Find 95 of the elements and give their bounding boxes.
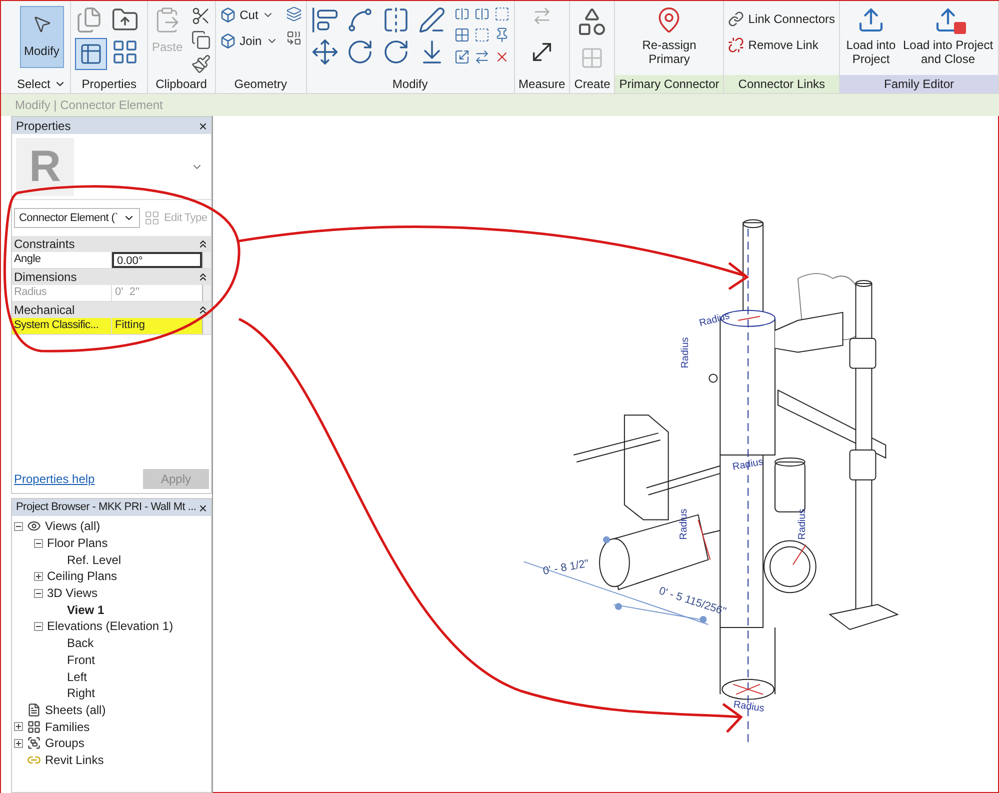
panel-title: Properties bbox=[80, 76, 138, 93]
close-button[interactable]: × bbox=[198, 500, 207, 514]
mirror-icon[interactable] bbox=[382, 6, 410, 34]
model-view[interactable]: 0' - 8 1/2" 0' - 5 115/256" Radius Radius Radius Radius Radius Radius bbox=[213, 116, 998, 792]
collapse-box[interactable] bbox=[34, 588, 43, 598]
unlink-icon bbox=[728, 37, 744, 53]
tree-item[interactable]: Floor Plans bbox=[47, 534, 108, 552]
load-button[interactable]: Load into Project and Close bbox=[902, 6, 994, 66]
tree-item[interactable]: Back bbox=[67, 634, 94, 652]
groups-icon bbox=[27, 736, 41, 750]
split-gap-icon[interactable] bbox=[474, 6, 490, 22]
connector-link-button[interactable]: Remove Link bbox=[728, 36, 835, 54]
scissors-icon[interactable] bbox=[190, 6, 211, 26]
property-value[interactable]: 0.00° bbox=[112, 252, 202, 268]
properties-help-link[interactable]: Properties help bbox=[14, 470, 95, 488]
panel-title: Modify bbox=[391, 76, 429, 93]
panel-title: Connector Links bbox=[724, 75, 839, 93]
copy-icon[interactable] bbox=[190, 30, 211, 50]
cube-icon bbox=[220, 7, 236, 23]
group-header[interactable]: Dimensions bbox=[12, 269, 211, 285]
properties-toggle[interactable] bbox=[75, 38, 108, 70]
group-header[interactable]: Mechanical bbox=[12, 302, 211, 318]
families-icon bbox=[27, 720, 41, 734]
property-value[interactable]: Fitting bbox=[112, 318, 202, 334]
rotate-icon[interactable] bbox=[382, 38, 410, 66]
collapse-icon[interactable] bbox=[197, 304, 209, 316]
palette-title: Properties bbox=[16, 118, 71, 134]
split-icon[interactable] bbox=[454, 6, 470, 22]
expand-box[interactable] bbox=[14, 722, 23, 732]
tree-item[interactable]: Views (all) bbox=[45, 517, 100, 536]
expand-box[interactable] bbox=[34, 572, 43, 581]
close-button[interactable]: × bbox=[198, 118, 207, 132]
panel-title: Select bbox=[17, 76, 50, 93]
tree-item[interactable]: Front bbox=[67, 650, 96, 669]
properties-icon bbox=[79, 42, 104, 66]
property-name: Angle bbox=[14, 253, 41, 265]
property-name: System Classific... bbox=[14, 319, 99, 331]
radius-label: Radius bbox=[680, 337, 692, 368]
link-icon bbox=[728, 11, 744, 27]
browser-title: Project Browser - MKK PRI - Wall Mt ... bbox=[16, 500, 196, 516]
panel-title: Create bbox=[573, 76, 612, 93]
tree-item[interactable]: Elevations (Elevation 1) bbox=[47, 617, 174, 636]
context-label: Modify | Connector Element bbox=[15, 97, 163, 114]
panel-title: Measure bbox=[518, 76, 566, 93]
collapse-icon[interactable] bbox=[197, 238, 209, 250]
cursor-icon[interactable] bbox=[32, 14, 52, 34]
tree-item[interactable]: Groups bbox=[45, 734, 84, 752]
collapse-icon[interactable] bbox=[197, 271, 209, 283]
tree-item[interactable]: Ceiling Plans bbox=[47, 567, 118, 586]
collapse-box[interactable] bbox=[34, 538, 43, 548]
sheets-icon bbox=[27, 702, 41, 717]
geometry-tool-button[interactable]: Join bbox=[220, 32, 278, 50]
radius-label: Radius bbox=[732, 456, 764, 473]
property-name: Radius bbox=[14, 286, 47, 298]
collapse-box[interactable] bbox=[14, 522, 23, 531]
modify-button[interactable]: Modify bbox=[20, 6, 64, 68]
radius-label: Radius bbox=[796, 508, 808, 540]
dimension-text: 0' - 5 115/256" bbox=[657, 585, 728, 618]
load-button[interactable]: Load into Project bbox=[844, 6, 898, 66]
move-icon[interactable] bbox=[310, 38, 339, 66]
paintbrush-icon[interactable] bbox=[190, 54, 211, 74]
panel-title: Primary Connector bbox=[615, 75, 724, 93]
radius-label: Radius bbox=[732, 699, 765, 715]
collapse-box[interactable] bbox=[34, 622, 43, 631]
reassign-primary-button[interactable]: Re-assign Primary bbox=[625, 6, 714, 66]
tree-item[interactable]: View 1 bbox=[67, 600, 104, 619]
offset-icon[interactable] bbox=[346, 6, 374, 34]
cube-icon bbox=[220, 33, 236, 49]
expand-box[interactable] bbox=[14, 738, 23, 748]
tree-item[interactable]: Revit Links bbox=[45, 750, 104, 769]
type-selector[interactable]: Connector Element (` bbox=[14, 208, 140, 228]
tree-item[interactable]: Families bbox=[45, 718, 90, 736]
resize-icon[interactable] bbox=[454, 48, 470, 65]
dimension-text: 0' - 8 1/2" bbox=[542, 558, 590, 578]
tree-item[interactable]: 3D Views bbox=[47, 584, 98, 602]
type-preview: R bbox=[16, 138, 74, 196]
edit-type-icon bbox=[144, 210, 160, 226]
panel-title: Geometry bbox=[233, 76, 288, 93]
connector-link-button[interactable]: Link Connectors bbox=[728, 10, 835, 28]
views-icon bbox=[27, 519, 41, 534]
group-header[interactable]: Constraints bbox=[12, 236, 211, 252]
tree-item[interactable]: Left bbox=[67, 668, 88, 686]
panel-title: Family Editor bbox=[840, 75, 998, 93]
align-icon[interactable] bbox=[310, 6, 339, 34]
tree-item[interactable]: Sheets (all) bbox=[45, 700, 106, 719]
radius-label: Radius bbox=[678, 508, 690, 540]
tree-item[interactable]: Right bbox=[67, 684, 96, 702]
load-family-icon bbox=[857, 6, 885, 34]
property-value: 0' 2" bbox=[114, 285, 140, 300]
tree-item[interactable]: Ref. Level bbox=[67, 550, 122, 569]
panel-title: Clipboard bbox=[154, 76, 208, 93]
layers-icon[interactable] bbox=[286, 6, 302, 22]
radius-label: Radius bbox=[698, 310, 731, 330]
array-icon[interactable] bbox=[454, 27, 470, 44]
geometry-tool-button[interactable]: Cut bbox=[220, 6, 278, 24]
